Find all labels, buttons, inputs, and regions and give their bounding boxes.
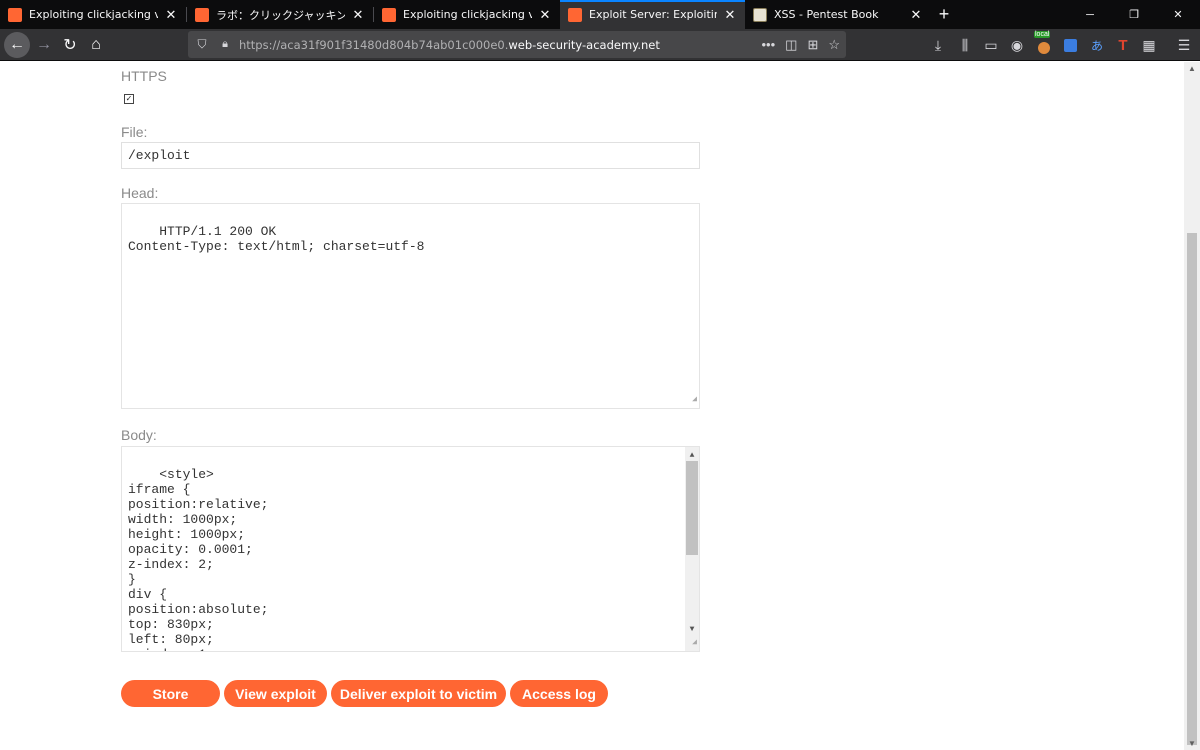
pentest-book-favicon-icon	[753, 7, 767, 22]
url-text[interactable]: https://aca31f901f31480d804b74ab01c000e0…	[239, 38, 660, 52]
store-button[interactable]: Store	[121, 680, 220, 707]
head-text: HTTP/1.1 200 OK Content-Type: text/html;…	[128, 224, 425, 254]
body-text: <style> iframe { position:relative; widt…	[128, 467, 269, 651]
reader-translate-icon[interactable]: ⊞	[807, 37, 818, 53]
view-exploit-button[interactable]: View exploit	[224, 680, 327, 707]
close-tab-icon[interactable]: ✕	[723, 7, 737, 23]
https-label: HTTPS	[121, 68, 167, 84]
resize-handle-icon[interactable]: ◢	[692, 392, 697, 407]
tab-title: XSS - Pentest Book	[774, 8, 879, 21]
translate-extension-icon[interactable]	[1058, 33, 1082, 57]
portswigger-favicon-icon	[568, 7, 582, 22]
browser-tab[interactable]: ラボ：クリックジャッキングの脆弱性 ✕	[187, 0, 373, 29]
hamburger-menu-icon[interactable]: ☰	[1172, 33, 1196, 57]
head-label: Head:	[121, 185, 159, 201]
portswigger-favicon-icon	[382, 7, 396, 22]
reload-icon[interactable]: ↻	[58, 33, 82, 57]
page-scroll-thumb[interactable]	[1187, 233, 1197, 745]
https-checkbox[interactable]: ✓	[124, 94, 134, 104]
restore-icon[interactable]: ❐	[1112, 0, 1156, 29]
portswigger-favicon-icon	[195, 7, 209, 22]
address-bar[interactable]: ⛉ 🔒︎ https://aca31f901f31480d804b74ab01c…	[188, 31, 846, 58]
library-icon[interactable]: ⫼	[953, 33, 977, 57]
body-textarea[interactable]: <style> iframe { position:relative; widt…	[121, 446, 700, 652]
tampermonkey-extension-icon[interactable]: T	[1111, 33, 1135, 57]
close-tab-icon[interactable]: ✕	[351, 7, 365, 23]
exploit-server-page: HTTPS ✓ File: Head: HTTP/1.1 200 OK Cont…	[0, 62, 1184, 750]
tab-title: ラボ：クリックジャッキングの脆弱性	[216, 8, 345, 22]
portswigger-favicon-icon	[8, 7, 22, 22]
tab-title: Exploiting clickjacking vulnerab	[403, 8, 532, 21]
browser-tab[interactable]: Exploiting clickjacking vulnerab ✕	[374, 0, 560, 29]
browser-tab[interactable]: XSS - Pentest Book ✕	[745, 0, 931, 29]
body-label: Body:	[121, 427, 157, 443]
minimize-icon[interactable]: ─	[1068, 0, 1112, 29]
navigation-toolbar: ← → ↻ ⌂ ⛉ 🔒︎ https://aca31f901f31480d804…	[0, 29, 1200, 61]
url-domain: web-security-academy.net	[508, 37, 660, 52]
lock-icon[interactable]: 🔒︎	[219, 38, 231, 51]
tracking-shield-icon[interactable]: ⛉	[195, 37, 209, 52]
deliver-exploit-button[interactable]: Deliver exploit to victim	[331, 680, 506, 707]
scroll-down-arrow-icon[interactable]: ▼	[1184, 739, 1200, 748]
body-scrollbar[interactable]: ▲ ▼	[685, 447, 699, 651]
url-actions: ••• ◫ ⊞ ☆	[761, 31, 840, 58]
page-actions-menu-icon[interactable]: •••	[761, 37, 775, 52]
file-input[interactable]	[121, 142, 700, 169]
access-log-button[interactable]: Access log	[510, 680, 608, 707]
url-prefix: https://aca31f901f31480d804b74ab01c000e0…	[239, 37, 509, 52]
extension-badge-icon[interactable]: local	[1032, 31, 1056, 57]
page-scrollbar[interactable]: ▲ ▼	[1184, 62, 1200, 750]
back-arrow-icon[interactable]: ←	[4, 32, 30, 58]
extensions-grid-icon[interactable]: ▦	[1137, 33, 1161, 57]
tab-title: Exploiting clickjacking vulnerab	[29, 8, 158, 21]
home-icon[interactable]: ⌂	[84, 33, 108, 57]
file-label: File:	[121, 124, 148, 140]
account-icon[interactable]: ◉	[1005, 33, 1029, 57]
head-textarea[interactable]: HTTP/1.1 200 OK Content-Type: text/html;…	[121, 203, 700, 409]
close-tab-icon[interactable]: ✕	[909, 7, 923, 23]
close-tab-icon[interactable]: ✕	[538, 7, 552, 23]
close-tab-icon[interactable]: ✕	[164, 7, 178, 23]
pocket-icon[interactable]: ◫	[785, 37, 797, 53]
browser-tab[interactable]: Exploiting clickjacking vulnerab ✕	[0, 0, 186, 29]
resize-handle-icon[interactable]: ◢	[692, 635, 697, 650]
body-scroll-thumb[interactable]	[686, 461, 698, 555]
language-extension-icon[interactable]: あ	[1085, 33, 1109, 57]
scroll-up-arrow-icon[interactable]: ▲	[1184, 64, 1200, 73]
close-window-icon[interactable]: ✕	[1156, 0, 1200, 29]
bookmark-star-icon[interactable]: ☆	[828, 37, 840, 53]
sidebar-icon[interactable]: ▭	[979, 33, 1003, 57]
forward-arrow-icon[interactable]: →	[32, 33, 56, 57]
tab-strip: Exploiting clickjacking vulnerab ✕ ラボ：クリ…	[0, 0, 1200, 29]
downloads-icon[interactable]: ⤓	[926, 33, 950, 57]
local-badge: local	[1034, 31, 1051, 38]
browser-tab-active[interactable]: Exploit Server: Exploiting clickja ✕	[560, 0, 745, 29]
new-tab-icon[interactable]: +	[934, 0, 954, 29]
tab-title: Exploit Server: Exploiting clickja	[589, 8, 717, 21]
